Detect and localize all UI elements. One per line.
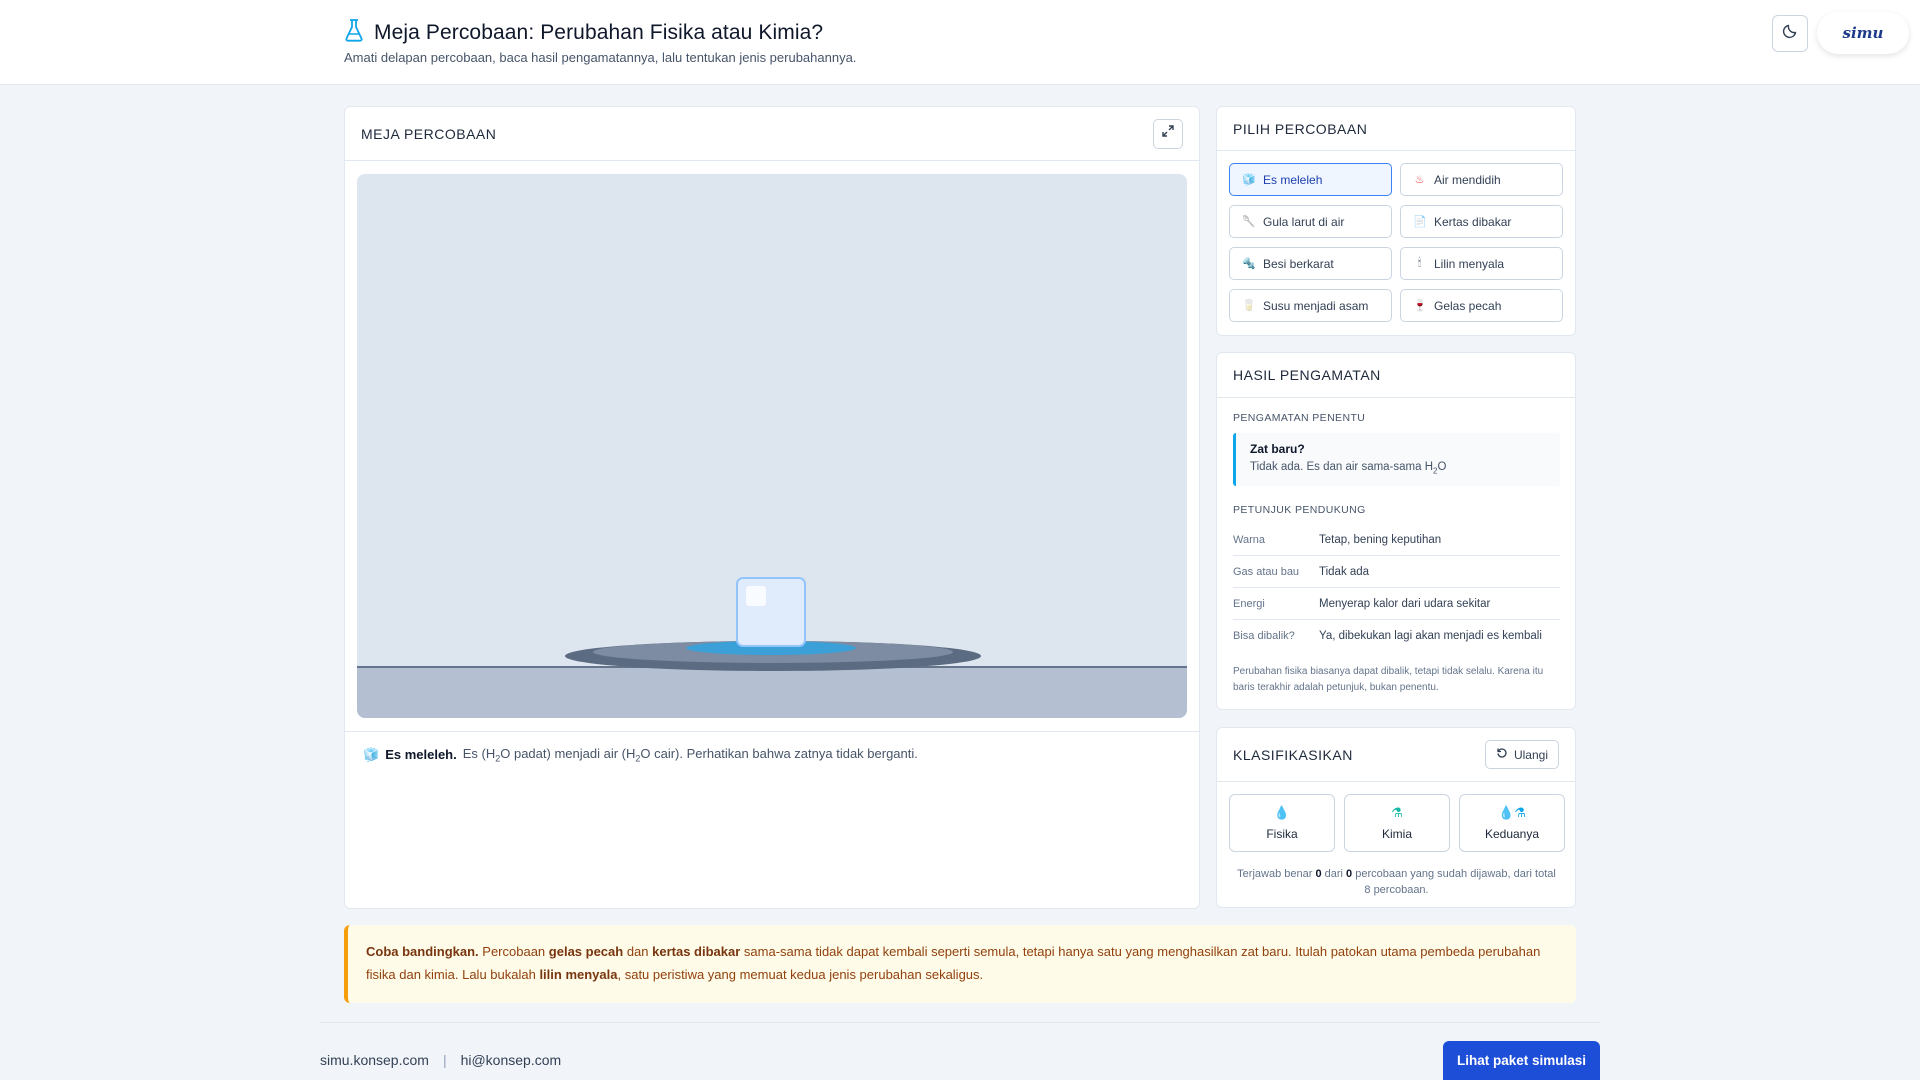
- table-surface: [357, 667, 1187, 718]
- ice-cube-icon: 🧊: [363, 746, 380, 762]
- observation-header: HASIL PENGAMATAN: [1217, 353, 1575, 398]
- candle-icon: 🕯: [1417, 257, 1422, 269]
- classify-fisika-button[interactable]: 💧 Fisika: [1229, 794, 1335, 852]
- key-question: Zat baru?: [1250, 442, 1305, 456]
- paper-icon: 📄: [1413, 216, 1427, 228]
- spoon-icon: 🥄: [1242, 216, 1256, 228]
- experiment-button-besi-berkarat[interactable]: 🔩 Besi berkarat: [1229, 247, 1392, 280]
- picker-header: PILIH PERCOBAAN: [1217, 107, 1575, 151]
- score-text: Terjawab benar 0 dari 0 percobaan yang s…: [1237, 868, 1556, 896]
- bolt-icon: 🔩: [1242, 258, 1256, 270]
- reset-button[interactable]: Ulangi: [1484, 740, 1559, 769]
- hints-table: Warna Tetap, bening keputihan Gas atau ba…: [1233, 524, 1560, 652]
- milk-glass-icon: 🥛: [1242, 300, 1256, 312]
- logo-text: simu: [1842, 24, 1884, 42]
- experiment-button-susu-asam[interactable]: 🥛 Susu menjadi asam: [1229, 289, 1392, 322]
- caption-area: 🧊 Es meleleh. Es (H2O padat) menjadi air…: [345, 731, 1199, 909]
- footer-separator: |: [442, 1052, 447, 1068]
- title-row: Meja Percobaan: Perubahan Fisika atau Ki…: [344, 18, 823, 47]
- classify-kimia-button[interactable]: ⚗ Kimia: [1344, 794, 1450, 852]
- lab-card: MEJA PERCOBAAN 🧊 Es meleleh. Es (H2O pad…: [344, 106, 1200, 909]
- experiment-button-lilin-menyala[interactable]: 🕯 Lilin menyala: [1400, 247, 1563, 280]
- experiment-stage[interactable]: [357, 174, 1187, 718]
- reset-label: Ulangi: [1513, 747, 1548, 762]
- top-bar: Meja Percobaan: Perubahan Fisika atau Ki…: [0, 0, 1920, 85]
- theme-toggle-button[interactable]: [1772, 15, 1808, 52]
- hint-row: Gas atau bau Tidak ada: [1233, 556, 1560, 588]
- classify-options: 💧 Fisika ⚗ Kimia 💧⚗ Keduanya: [1229, 794, 1565, 852]
- droplet-alembic-icon: 💧⚗: [1498, 805, 1526, 820]
- picker-title: PILIH PERCOBAAN: [1233, 120, 1368, 137]
- lab-card-title: MEJA PERCOBAAN: [361, 125, 497, 142]
- droplet-icon: 💧: [1273, 805, 1291, 820]
- experiment-button-air-mendidih[interactable]: ♨ Air mendidih: [1400, 163, 1563, 196]
- ice-highlight: [746, 586, 766, 606]
- classify-title: KLASIFIKASIKAN: [1233, 746, 1353, 763]
- page-subtitle: Amati delapan percobaan, baca hasil peng…: [344, 50, 857, 65]
- experiment-button-gula-larut[interactable]: 🥄 Gula larut di air: [1229, 205, 1392, 238]
- hot-springs-icon: ♨: [1414, 174, 1425, 186]
- observation-title: HASIL PENGAMATAN: [1233, 367, 1381, 383]
- classify-card: KLASIFIKASIKAN Ulangi 💧 Fisika ⚗ Kimia 💧⚗ K…: [1216, 727, 1576, 908]
- experiment-caption: 🧊 Es meleleh. Es (H2O padat) menjadi air…: [363, 746, 918, 764]
- hint-row: Bisa dibalik? Ya, dibekukan lagi akan men…: [1233, 630, 1542, 642]
- caption-title: Es meleleh.: [385, 747, 457, 763]
- email-link[interactable]: hi@konsep.com: [461, 1052, 562, 1068]
- broken-glass-icon: 🍷: [1413, 300, 1427, 312]
- page-title: Meja Percobaan: Perubahan Fisika atau Ki…: [374, 20, 824, 44]
- hint-row: Energi Menyerap kalor dari udara sekitar: [1233, 588, 1560, 620]
- classify-header: KLASIFIKASIKAN Ulangi: [1217, 728, 1575, 782]
- experiment-button-kertas-dibakar[interactable]: 📄 Kertas dibakar: [1400, 205, 1563, 238]
- experiment-scene: [357, 577, 1187, 718]
- experiment-grid: 🧊 Es meleleh ♨ Air mendidih 🥄 Gula larut di…: [1229, 163, 1564, 322]
- fullscreen-button[interactable]: [1153, 118, 1183, 149]
- key-observation-box: Zat baru? Tidak ada. Es dan air sama-sam…: [1233, 433, 1560, 486]
- experiment-picker-card: PILIH PERCOBAAN 🧊 Es meleleh ♨ Air mendidi…: [1216, 106, 1576, 336]
- ice-cube-icon: 🧊: [1242, 174, 1256, 186]
- key-answer: Tidak ada. Es dan air sama-sama H2O: [1250, 461, 1447, 476]
- experiment-button-es-meleleh[interactable]: 🧊 Es meleleh: [1229, 163, 1392, 196]
- flask-icon: [344, 18, 364, 47]
- caption-text: Es (H2O padat) menjadi air (H2O cair). P…: [462, 746, 918, 764]
- simu-logo[interactable]: simu: [1817, 12, 1909, 54]
- hint-row: Warna Tetap, bening keputihan: [1233, 524, 1560, 556]
- comparison-tip: Coba bandingkan. Percobaan gelas pecah d…: [344, 925, 1576, 1003]
- reset-icon: [1496, 747, 1508, 762]
- classify-keduanya-button[interactable]: 💧⚗ Keduanya: [1459, 794, 1565, 852]
- moon-icon: [1782, 23, 1798, 44]
- lab-card-header: MEJA PERCOBAAN: [345, 107, 1199, 161]
- footer-links: simu.konsep.com | hi@konsep.com: [320, 1052, 561, 1068]
- footer-divider: [320, 1022, 1600, 1023]
- site-link[interactable]: simu.konsep.com: [320, 1052, 429, 1068]
- expand-icon: [1161, 124, 1175, 143]
- key-observation-label: PENGAMATAN PENENTU: [1233, 412, 1366, 424]
- experiment-button-gelas-pecah[interactable]: 🍷 Gelas pecah: [1400, 289, 1563, 322]
- observation-note: Perubahan fisika biasanya dapat dibalik,…: [1233, 666, 1544, 693]
- hints-label: PETUNJUK PENDUKUNG: [1233, 504, 1366, 516]
- alembic-icon: ⚗: [1391, 805, 1403, 820]
- view-packages-button[interactable]: Lihat paket simulasi: [1443, 1041, 1600, 1080]
- observation-card: HASIL PENGAMATAN PENGAMATAN PENENTU Zat …: [1216, 352, 1576, 710]
